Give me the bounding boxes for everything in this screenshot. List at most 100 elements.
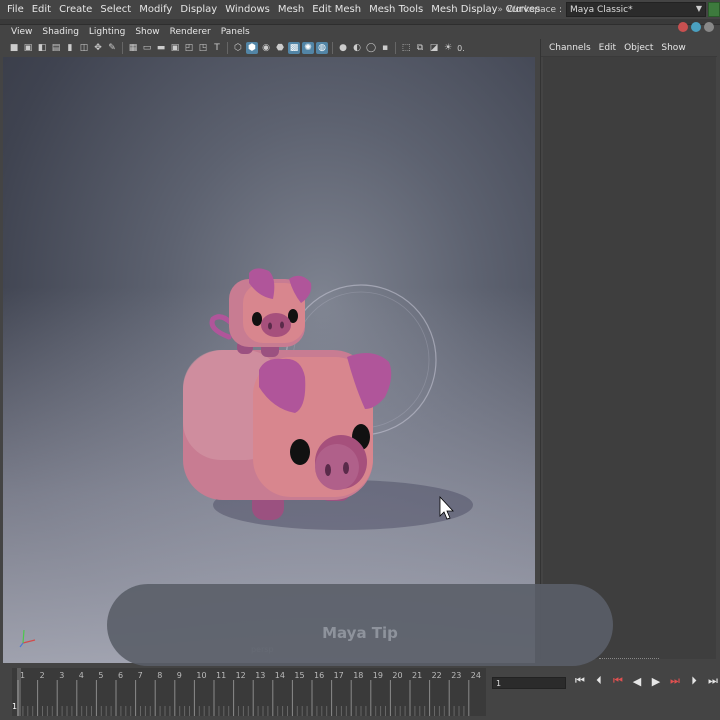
zoom-readout[interactable]: 0. xyxy=(456,42,466,54)
panel-menu-lighting[interactable]: Lighting xyxy=(84,27,130,37)
field-chart-icon[interactable]: ◰ xyxy=(183,42,195,54)
camera-attributes-icon[interactable]: ▣ xyxy=(22,42,34,54)
menu-file[interactable]: File xyxy=(3,4,28,15)
view-axis-icon xyxy=(19,629,36,648)
pin-icon[interactable]: ▮ xyxy=(64,42,76,54)
panel-menu-panels[interactable]: Panels xyxy=(216,27,255,37)
bookmark-icon[interactable]: ◧ xyxy=(36,42,48,54)
small-pig-eye-left xyxy=(252,312,262,326)
time-tick-label: 4 xyxy=(79,671,84,680)
channel-box-menubar: Channels Edit Object Show xyxy=(541,39,717,57)
maya-tip-overlay: Maya Tip xyxy=(107,584,613,666)
wireframe-on-shaded-icon[interactable]: ◉ xyxy=(260,42,272,54)
step-back-frame-icon[interactable]: ⏴ xyxy=(591,674,607,688)
step-forward-key-icon[interactable]: ⏭ xyxy=(667,674,683,688)
time-tick-label: 10 xyxy=(196,671,206,680)
pig-scene xyxy=(183,268,473,530)
gate-mask-icon[interactable]: ▣ xyxy=(169,42,181,54)
play-backwards-icon[interactable]: ◀ xyxy=(629,675,645,688)
menu-edit[interactable]: Edit xyxy=(28,4,55,15)
time-tick-label: 7 xyxy=(138,671,143,680)
menu-display[interactable]: Display xyxy=(176,4,221,15)
menu-create[interactable]: Create xyxy=(55,4,96,15)
maya-tip-text: Maya Tip xyxy=(322,624,398,642)
anti-aliasing-icon[interactable]: ◐ xyxy=(351,42,363,54)
menu-select[interactable]: Select xyxy=(96,4,135,15)
go-to-end-icon[interactable]: ⏭ xyxy=(705,674,720,688)
go-to-start-icon[interactable]: ⏮ xyxy=(572,674,588,688)
play-forwards-icon[interactable]: ▶ xyxy=(648,675,664,688)
panel-menu-renderer[interactable]: Renderer xyxy=(165,27,216,37)
safe-title-icon[interactable]: T xyxy=(211,42,223,54)
maya-window: File Edit Create Select Modify Display W… xyxy=(0,0,720,720)
channel-menu-show[interactable]: Show xyxy=(657,43,689,53)
use-all-lights-icon[interactable]: ▩ xyxy=(288,42,300,54)
textured-icon[interactable]: ⬣ xyxy=(274,42,286,54)
step-forward-frame-icon[interactable]: ⏵ xyxy=(686,674,702,688)
small-pig-nostril-left xyxy=(268,322,272,330)
pan-zoom-icon[interactable]: ✥ xyxy=(92,42,104,54)
panel-menu-show[interactable]: Show xyxy=(130,27,164,37)
safe-action-icon[interactable]: ◳ xyxy=(197,42,209,54)
workspace-label: Workspace : xyxy=(506,4,562,15)
menu-modify[interactable]: Modify xyxy=(135,4,176,15)
resolution-gate-icon[interactable]: ▬ xyxy=(155,42,167,54)
menu-mesh-display[interactable]: Mesh Display xyxy=(427,4,501,15)
workspace-selector: » Workspace : Maya Classic* ▼ xyxy=(497,1,720,18)
grid-icon[interactable]: ▦ xyxy=(127,42,139,54)
image-plane-icon[interactable]: ▤ xyxy=(50,42,62,54)
toolbar-separator xyxy=(122,42,123,54)
workspace-dropdown[interactable]: Maya Classic* ▼ xyxy=(566,2,706,17)
perspective-viewport[interactable]: persp xyxy=(3,57,535,663)
time-tick-label: 12 xyxy=(236,671,246,680)
time-tick-label: 19 xyxy=(373,671,383,680)
channel-menu-object[interactable]: Object xyxy=(620,43,657,53)
film-gate-icon[interactable]: ▭ xyxy=(141,42,153,54)
current-time-field[interactable]: 1 xyxy=(492,677,566,689)
screen-space-ao-icon[interactable]: ◍ xyxy=(316,42,328,54)
isolate-select-icon[interactable]: ▪ xyxy=(379,42,391,54)
panel-menubar: View Shading Lighting Show Renderer Pane… xyxy=(3,25,537,39)
xray-components-icon[interactable]: ◪ xyxy=(428,42,440,54)
channel-box-body[interactable] xyxy=(543,57,716,659)
menu-mesh[interactable]: Mesh xyxy=(274,4,308,15)
menu-overflow-icon[interactable]: » xyxy=(497,5,503,15)
time-slider[interactable]: 1 2 3 4 5 6 7 8 9 10 11 12 13 14 15 16 17 18 19 20 21 22 23 24 … xyxy=(12,668,486,716)
grease-pencil-icon[interactable]: ✎ xyxy=(106,42,118,54)
ipr-icon[interactable] xyxy=(691,22,701,32)
menu-edit-mesh[interactable]: Edit Mesh xyxy=(308,4,365,15)
channel-menu-channels[interactable]: Channels xyxy=(545,43,595,53)
motion-blur-icon[interactable]: ● xyxy=(337,42,349,54)
time-tick-label: 20 xyxy=(392,671,402,680)
channel-menu-edit[interactable]: Edit xyxy=(595,43,620,53)
time-tick-label: 13 xyxy=(255,671,265,680)
depth-of-field-icon[interactable]: ◯ xyxy=(365,42,377,54)
smooth-shade-icon[interactable]: ⬢ xyxy=(246,42,258,54)
panel-menu-shading[interactable]: Shading xyxy=(37,27,84,37)
time-tick-label: 5 xyxy=(98,671,103,680)
camera-icon[interactable]: ■ xyxy=(8,42,20,54)
xray-joints-icon[interactable]: ⧉ xyxy=(414,42,426,54)
time-tick-label: 15 xyxy=(294,671,304,680)
panel-menu-view[interactable]: View xyxy=(6,27,37,37)
xray-icon[interactable]: ⬚ xyxy=(400,42,412,54)
settings-icon[interactable] xyxy=(704,22,714,32)
wireframe-icon[interactable]: ⬡ xyxy=(232,42,244,54)
small-pig-snout xyxy=(261,313,291,337)
big-pig-eye-left xyxy=(290,439,310,465)
shadows-icon[interactable]: ✺ xyxy=(302,42,314,54)
resize-grip[interactable] xyxy=(599,658,659,660)
time-tick-label: 21 xyxy=(412,671,422,680)
workspace-button[interactable] xyxy=(708,2,720,17)
time-tick-label: 14 xyxy=(275,671,285,680)
menu-windows[interactable]: Windows xyxy=(221,4,274,15)
step-back-key-icon[interactable]: ⏮ xyxy=(610,674,626,688)
camera-select-icon[interactable]: ◫ xyxy=(78,42,90,54)
render-icon[interactable] xyxy=(678,22,688,32)
menu-mesh-tools[interactable]: Mesh Tools xyxy=(365,4,427,15)
time-tick-label: 22 xyxy=(432,671,442,680)
exposure-icon[interactable]: ☀ xyxy=(442,42,454,54)
current-frame-label: 1 xyxy=(12,702,18,711)
current-time-indicator[interactable] xyxy=(17,668,21,716)
status-line-icons xyxy=(678,22,714,32)
